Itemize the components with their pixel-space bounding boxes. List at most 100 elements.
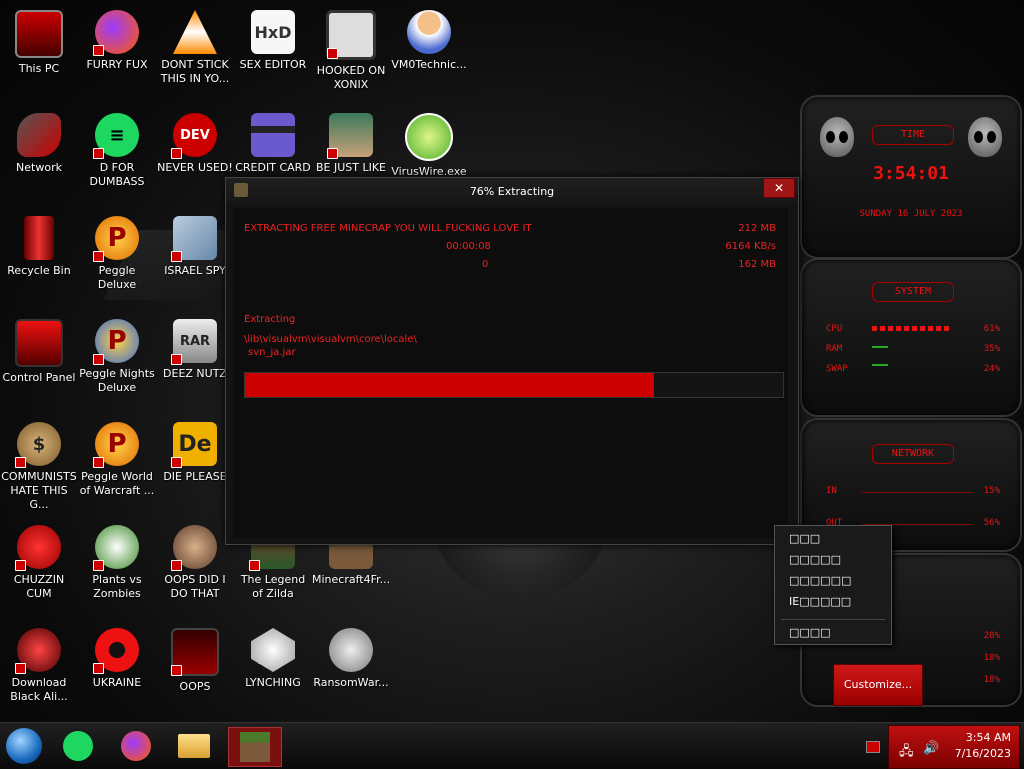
- desktop-icon-peggle-wow[interactable]: P Peggle World of Warcraft ...: [78, 416, 156, 516]
- taskbar-chat-app[interactable]: [58, 727, 98, 765]
- context-menu[interactable]: □□□ □□□□□ □□□□□□ IE□□□□□ □□□□: [774, 525, 892, 645]
- desktop-icon-this-pc[interactable]: This PC: [0, 4, 78, 104]
- start-button[interactable]: [4, 727, 44, 765]
- peggle-nights-icon: P: [93, 319, 139, 365]
- desktop-icon-sex-editor[interactable]: HxD SEX EDITOR: [234, 4, 312, 104]
- gadget-clock: 3:54:01: [873, 163, 949, 184]
- gadget-date: SUNDAY 16 JULY 2023: [859, 209, 963, 219]
- ram-value: 35%: [983, 344, 1000, 354]
- menu-item-3[interactable]: □□□□□□: [789, 574, 851, 587]
- network-gadget-title: NETWORK: [872, 444, 954, 464]
- remaining: 0: [482, 259, 489, 270]
- doctor-icon: [407, 10, 451, 54]
- menu-item-5[interactable]: □□□□: [789, 626, 831, 639]
- taskbar-minecraft-active[interactable]: [228, 727, 282, 767]
- volume-icon[interactable]: 🔊: [923, 741, 939, 756]
- ram-label: RAM: [826, 344, 843, 354]
- taskbar-firefox[interactable]: [116, 727, 156, 765]
- taskbar: 🖧 🔊 3:54 AM 7/16/2023: [0, 722, 1024, 769]
- elf-icon: [327, 113, 373, 159]
- customize-button[interactable]: Customize...: [833, 664, 923, 706]
- taskbar-file-explorer[interactable]: [174, 727, 214, 765]
- menu-item-2[interactable]: □□□□□: [789, 553, 841, 566]
- xonix-game-icon: [326, 10, 376, 60]
- peggle-wow-icon: P: [93, 422, 139, 468]
- start-orb-icon: [6, 728, 42, 764]
- alienware-icon: [15, 628, 61, 674]
- desktop-icon-download-black[interactable]: Download Black Ali...: [0, 622, 78, 722]
- winrar-icon: RAR: [171, 319, 217, 365]
- control-panel-icon: [15, 319, 63, 367]
- dialog-titlebar[interactable]: 76% Extracting ✕: [226, 178, 798, 205]
- desktop-icon-vm0technic[interactable]: VM0Technic...: [390, 4, 468, 104]
- desktop-icon-peggle-deluxe[interactable]: P Peggle Deluxe: [78, 210, 156, 310]
- file-name: EXTRACTING FREE MINECRAP YOU WILL FUCKIN…: [244, 223, 532, 234]
- taskbar-clock[interactable]: 3:54 AM 7/16/2023: [955, 730, 1011, 762]
- alien-head-icon: [968, 117, 1002, 157]
- desktop-icon-network[interactable]: Network: [0, 107, 78, 207]
- network-tray-icon[interactable]: 🖧: [899, 742, 914, 764]
- desktop-icon-deez-nutz[interactable]: RAR DEEZ NUTZ: [156, 313, 234, 413]
- extracting-dialog[interactable]: 76% Extracting ✕ EXTRACTING FREE MINECRA…: [225, 177, 799, 545]
- minecraft-icon: [240, 732, 270, 762]
- desktop-icon-control-panel[interactable]: Control Panel: [0, 313, 78, 413]
- cpu-bar: [872, 326, 952, 331]
- clock-date: 7/16/2023: [954, 747, 1011, 760]
- skull-icon: [329, 628, 373, 672]
- current-file: svn_ja.jar: [248, 347, 296, 358]
- desktop-icon-die-please[interactable]: De DIE PLEASE: [156, 416, 234, 516]
- desktop-icon-israel-spy[interactable]: ISRAEL SPY: [156, 210, 234, 310]
- disk-value-3: 18%: [983, 675, 1000, 685]
- net-in-value: 15%: [983, 486, 1000, 496]
- tray-overflow-icon[interactable]: [866, 741, 880, 753]
- desktop-icon-oops-did-i[interactable]: OOPS DID I DO THAT: [156, 519, 234, 619]
- disk-value-2: 18%: [983, 653, 1000, 663]
- speed: 6164 KB/s: [725, 241, 776, 252]
- net-in-graph: [862, 492, 972, 493]
- hxd-icon: HxD: [251, 10, 295, 54]
- pvz-icon: [93, 525, 139, 571]
- menu-item-1[interactable]: □□□: [789, 532, 820, 545]
- system-gadget-title: SYSTEM: [872, 282, 954, 302]
- desktop-icon-dont-stick[interactable]: DONT STICK THIS IN YO...: [156, 4, 234, 104]
- desktop-icon-lynching[interactable]: LYNCHING: [234, 622, 312, 722]
- desktop-icon-ukraine[interactable]: UKRAINE: [78, 622, 156, 722]
- chat-app-icon: [63, 731, 93, 761]
- desktop-icon-communists[interactable]: $ COMMUNISTS HATE THIS G...: [0, 416, 78, 516]
- dialog-title: 76% Extracting: [469, 185, 555, 198]
- devcpp-icon: DEV: [171, 113, 217, 159]
- file-explorer-icon: [178, 734, 210, 758]
- current-path: \lib\visualvm\visualvm\core\locale\: [244, 334, 417, 345]
- desktop-icon-d-for-dumbass[interactable]: ≡ D FOR DUMBASS: [78, 107, 156, 207]
- desktop-icon-ransomware[interactable]: RansomWar...: [312, 622, 390, 722]
- lime-icon: [405, 113, 453, 161]
- close-button[interactable]: ✕: [763, 178, 795, 198]
- total-size: 212 MB: [738, 223, 776, 234]
- de-icon: De: [171, 422, 217, 468]
- system-gadget[interactable]: SYSTEM CPU 61% RAM 35% SWAP 24%: [800, 258, 1022, 417]
- swap-bar: [872, 364, 888, 366]
- desktop-icon-never-used[interactable]: DEV NEVER USED!: [156, 107, 234, 207]
- swap-label: SWAP: [826, 364, 848, 374]
- radiation-icon: [93, 628, 139, 674]
- desktop-icon-recycle-bin[interactable]: Recycle Bin: [0, 210, 78, 310]
- recycle-bin-icon: [24, 216, 54, 260]
- desktop-icon-peggle-nights[interactable]: P Peggle Nights Deluxe: [78, 313, 156, 413]
- desktop-icon-furry-fux[interactable]: FURRY FUX: [78, 4, 156, 104]
- desktop-icon-pvz[interactable]: Plants vs Zombies: [78, 519, 156, 619]
- monitor-icon: [15, 10, 63, 58]
- desktop-icon-chuzzin[interactable]: CHUZZIN CUM: [0, 519, 78, 619]
- disk-value-1: 28%: [983, 631, 1000, 641]
- ram-bar: [872, 346, 888, 348]
- menu-item-4[interactable]: IE□□□□□: [789, 595, 851, 608]
- net-in-label: IN: [826, 486, 837, 496]
- desktop-icon-xonix[interactable]: HOOKED ON XONIX: [312, 4, 390, 104]
- firefox-icon: [93, 10, 139, 56]
- network-icon: [17, 113, 61, 157]
- cpu-value: 61%: [983, 324, 1000, 334]
- dialog-body: EXTRACTING FREE MINECRAP YOU WILL FUCKIN…: [234, 208, 788, 538]
- clock-time: 3:54 AM: [965, 731, 1011, 744]
- desktop-icon-oops[interactable]: OOPS: [156, 622, 234, 722]
- terminal-icon: [171, 628, 219, 676]
- time-gadget[interactable]: TIME 3:54:01 SUNDAY 16 JULY 2023: [800, 95, 1022, 259]
